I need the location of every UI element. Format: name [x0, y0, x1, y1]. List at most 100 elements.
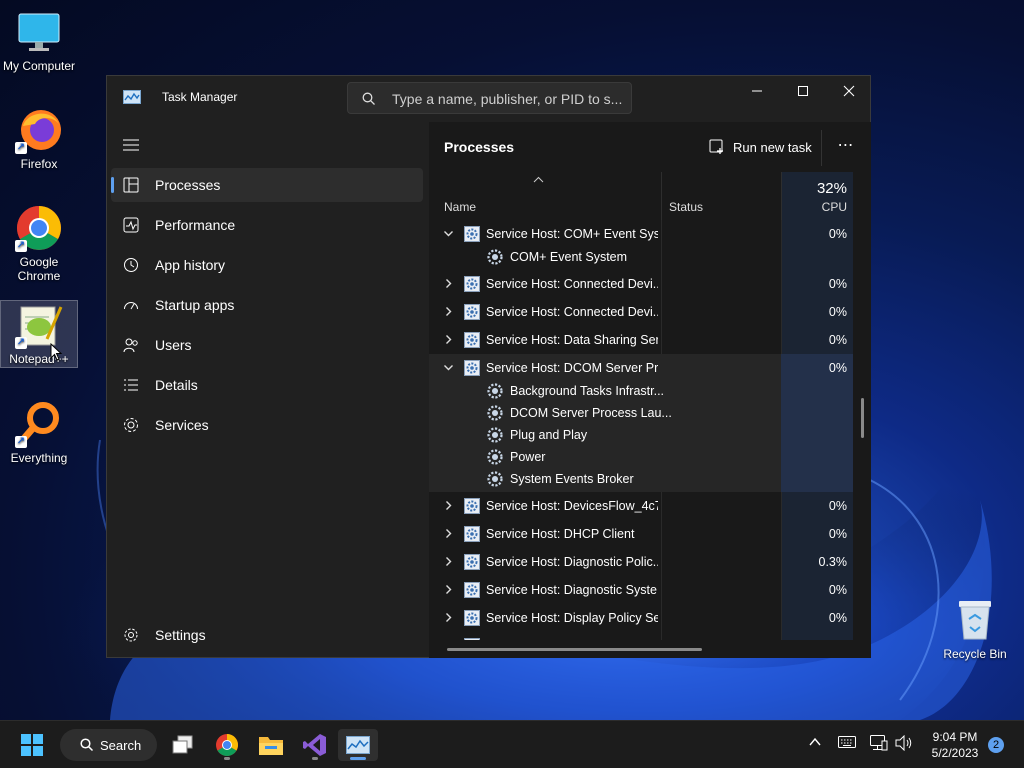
search-box[interactable] — [347, 82, 632, 114]
sort-ascending-icon — [533, 174, 544, 186]
close-button[interactable] — [826, 76, 872, 106]
table-row[interactable]: Service Host: Display Policy Se... 0% — [429, 604, 853, 632]
desktop-icon-firefox[interactable]: ↗ Firefox — [0, 106, 78, 171]
desktop-icon-recycle-bin[interactable]: Recycle Bin — [940, 597, 1010, 661]
process-name: Service Host: DCOM Server Pr... — [486, 361, 658, 375]
maximize-button[interactable] — [780, 76, 826, 106]
column-cpu-label: CPU — [821, 200, 847, 214]
column-header-cpu[interactable]: 32% CPU — [781, 172, 853, 220]
service-name: Plug and Play — [510, 428, 588, 442]
vertical-scrollbar[interactable] — [861, 398, 864, 438]
desktop-icon-label: Everything — [10, 451, 68, 465]
taskbar-clock[interactable]: 9:04 PM 5/2/2023 — [920, 729, 990, 761]
search-input[interactable] — [392, 89, 624, 109]
column-header-name[interactable]: Name — [429, 172, 661, 220]
sidebar-item-startup-apps[interactable]: Startup apps — [111, 288, 423, 322]
chevron-right-icon[interactable] — [443, 527, 454, 542]
chevron-right-icon[interactable] — [443, 555, 454, 570]
desktop-icon-label: Google Chrome — [17, 255, 61, 283]
column-header-status[interactable]: Status — [661, 172, 781, 220]
table-row[interactable]: Service Host: COM+ Event Sys... 0% — [429, 220, 853, 248]
desktop-icon-my-computer[interactable]: My Computer — [0, 8, 78, 73]
sidebar-item-details[interactable]: Details — [111, 368, 423, 402]
sidebar-item-app-history[interactable]: App history — [111, 248, 423, 282]
notification-badge[interactable]: 2 — [988, 737, 1004, 753]
chevron-right-icon[interactable] — [443, 499, 454, 514]
taskbar-search-button[interactable]: Search — [60, 729, 157, 761]
process-cpu: 0% — [828, 333, 847, 347]
process-cpu: 0% — [828, 227, 847, 241]
child-service-row[interactable]: DCOM Server Process Lau... — [429, 402, 853, 424]
chevron-right-icon[interactable] — [443, 639, 454, 640]
network-icon[interactable] — [870, 735, 888, 754]
service-name: Background Tasks Infrastr... — [510, 384, 665, 398]
table-row[interactable]: Service Host: Distributed Link... 0% — [429, 632, 853, 640]
desktop-icon-everything[interactable]: ↗ Everything — [0, 400, 78, 465]
chevron-down-icon[interactable] — [443, 361, 454, 376]
chevron-right-icon[interactable] — [443, 333, 454, 348]
sidebar-item-services[interactable]: Services — [111, 408, 423, 442]
process-cpu: 0% — [828, 583, 847, 597]
child-service-row[interactable]: System Events Broker — [429, 468, 853, 490]
sidebar-item-settings[interactable]: Settings — [111, 618, 423, 652]
mouse-cursor-icon — [50, 343, 63, 361]
taskbar-file-explorer[interactable] — [251, 729, 291, 761]
minimize-button[interactable] — [734, 76, 780, 106]
users-icon — [123, 337, 139, 356]
recycle-bin-icon — [955, 597, 995, 641]
table-row[interactable]: Service Host: DevicesFlow_4c7... 0% — [429, 492, 853, 520]
service-host-gear-icon — [464, 610, 480, 629]
desktop-icon-google-chrome[interactable]: ↗ Google Chrome — [0, 204, 78, 283]
chevron-right-icon[interactable] — [443, 277, 454, 292]
chevron-right-icon[interactable] — [443, 583, 454, 598]
taskbar-chrome[interactable] — [207, 729, 247, 761]
run-new-task-button[interactable]: Run new task — [709, 135, 812, 159]
child-service-row[interactable]: Background Tasks Infrastr... — [429, 380, 853, 402]
taskbar-visual-studio[interactable] — [295, 729, 335, 761]
table-row[interactable]: Service Host: Diagnostic Syste... 0% — [429, 576, 853, 604]
process-cpu: 0% — [828, 527, 847, 541]
sidebar-item-label: Services — [155, 417, 209, 433]
minimize-icon — [752, 90, 762, 92]
monitor-icon — [15, 8, 63, 56]
volume-icon[interactable] — [895, 734, 913, 754]
desktop-icon-label: Notepad++ — [9, 352, 69, 366]
hamburger-menu-button[interactable] — [123, 138, 139, 155]
sidebar-item-processes[interactable]: Processes — [111, 168, 423, 202]
chevron-right-icon[interactable] — [443, 611, 454, 626]
performance-icon — [123, 217, 139, 236]
taskbar: Search 9:04 PM 5/2/2023 2 — [0, 720, 1024, 768]
task-view-button[interactable] — [163, 729, 203, 761]
title-bar[interactable]: Task Manager — [107, 76, 870, 122]
settings-gear-icon — [123, 627, 139, 646]
more-options-button[interactable]: ⋯ — [834, 135, 858, 159]
horizontal-scrollbar[interactable] — [447, 648, 702, 651]
taskbar-task-manager[interactable] — [338, 729, 378, 761]
table-row[interactable]: Service Host: Connected Devi... 0% — [429, 298, 853, 326]
table-row[interactable]: Service Host: Diagnostic Polic... 0.3% — [429, 548, 853, 576]
sidebar-item-performance[interactable]: Performance — [111, 208, 423, 242]
table-row[interactable]: Service Host: DHCP Client 0% — [429, 520, 853, 548]
child-service-row[interactable]: Power — [429, 446, 853, 468]
chevron-right-icon[interactable] — [443, 305, 454, 320]
tray-overflow-chevron-up-icon[interactable] — [808, 735, 822, 752]
table-row[interactable]: Service Host: DCOM Server Pr... 0% — [429, 354, 853, 382]
process-cpu: 0.3% — [818, 555, 848, 569]
child-service-row[interactable]: COM+ Event System — [429, 246, 853, 268]
service-host-gear-icon — [464, 526, 480, 545]
column-name-label: Name — [444, 200, 477, 214]
process-cpu: 0% — [828, 305, 847, 319]
service-host-gear-icon — [464, 638, 480, 640]
sidebar-item-users[interactable]: Users — [111, 328, 423, 362]
process-name: Service Host: Display Policy Se... — [486, 611, 658, 625]
process-cpu: 0% — [829, 639, 847, 640]
child-service-row[interactable]: Plug and Play — [429, 424, 853, 446]
keyboard-icon[interactable] — [838, 735, 856, 752]
task-manager-icon — [123, 90, 141, 107]
hamburger-icon — [123, 139, 139, 151]
table-row[interactable]: Service Host: Connected Devi... 0% — [429, 270, 853, 298]
chevron-down-icon[interactable] — [443, 227, 454, 242]
table-row[interactable]: Service Host: Data Sharing Ser... 0% — [429, 326, 853, 354]
desktop-icon-notepad-plus-plus[interactable]: ↗ Notepad++ — [0, 300, 78, 368]
start-button[interactable] — [12, 729, 52, 761]
